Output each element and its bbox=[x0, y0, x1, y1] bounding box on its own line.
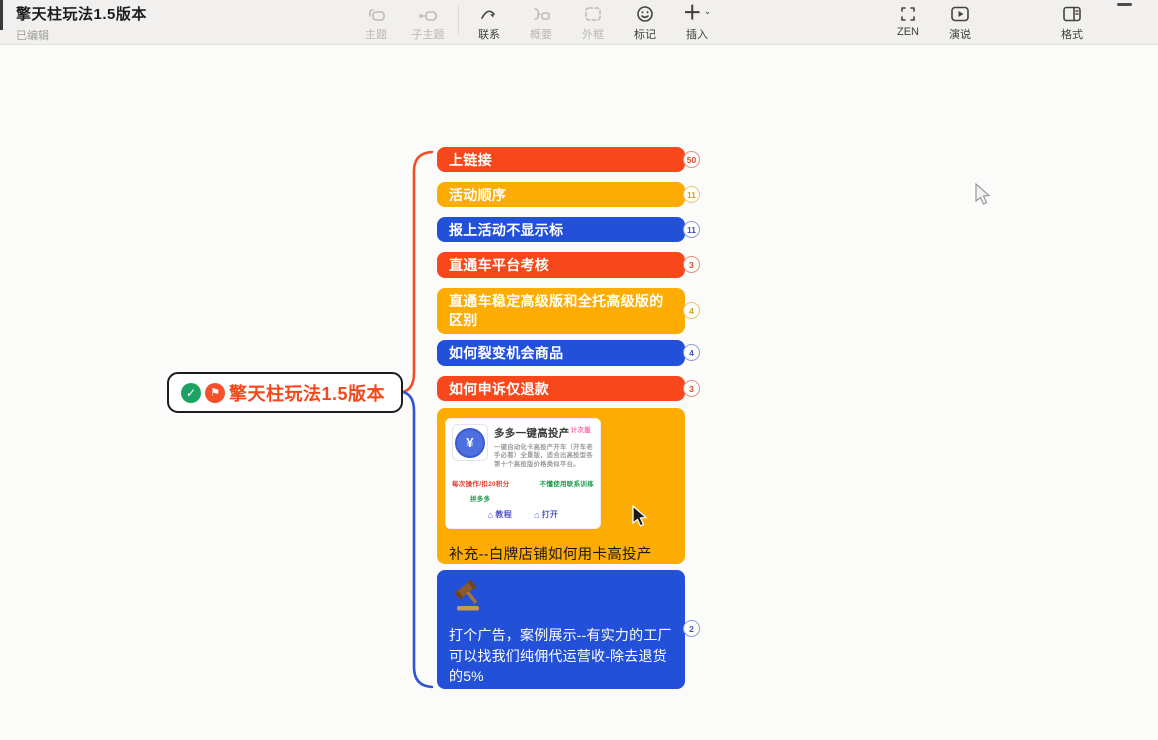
embedded-app-screenshot: ¥ 多多一键高投产计次版 一键自动化卡高投产开车（开车老手必看）全景版，适合出高… bbox=[445, 418, 601, 529]
document-meta: 擎天柱玩法1.5版本 已编辑 bbox=[16, 3, 147, 43]
top-toolbar: 擎天柱玩法1.5版本 已编辑 主题 子主题 联系 概要 bbox=[0, 0, 1158, 45]
branch-topic[interactable]: 如何裂变机会商品 bbox=[437, 340, 685, 366]
toolbar-format-group: 格式 bbox=[1046, 4, 1098, 42]
count-badge[interactable]: 4 bbox=[683, 344, 700, 361]
insert-plus-icon: ＋⌄ bbox=[683, 4, 712, 24]
central-topic[interactable]: ✓ ⚑ 擎天柱玩法1.5版本 bbox=[167, 372, 403, 413]
boundary-icon bbox=[583, 4, 603, 24]
branch-topic[interactable]: 报上活动不显示标 bbox=[437, 217, 685, 242]
branch-label: 直通车平台考核 bbox=[449, 255, 549, 275]
card-branch-label: 补充--白牌店铺如何用卡高投产 bbox=[449, 543, 677, 564]
count-badge[interactable]: 3 bbox=[683, 256, 700, 273]
format-panel-button[interactable]: 格式 bbox=[1046, 4, 1098, 42]
boundary-button[interactable]: 外框 bbox=[567, 4, 619, 42]
count-badge[interactable]: 11 bbox=[683, 221, 700, 238]
branch-topic[interactable]: 直通车平台考核 bbox=[437, 252, 685, 278]
branch-topic[interactable]: 活动顺序 bbox=[437, 182, 685, 207]
count-badge[interactable]: 50 bbox=[683, 151, 700, 168]
relationship-icon bbox=[478, 4, 500, 24]
window-edge bbox=[0, 0, 3, 30]
smiley-marker-icon bbox=[635, 4, 655, 24]
document-status: 已编辑 bbox=[16, 27, 147, 43]
toolbar-right-group: ZEN 演说 bbox=[882, 4, 986, 42]
branch-label: 活动顺序 bbox=[449, 185, 506, 205]
branch-label: 如何申诉仅退款 bbox=[449, 379, 549, 399]
toolbar-left-group: 主题 子主题 联系 概要 外框 bbox=[350, 4, 723, 42]
ghost-cursor bbox=[973, 183, 993, 207]
window-minimize-dash[interactable] bbox=[1117, 3, 1132, 6]
mindmap-canvas[interactable]: ✓ ⚑ 擎天柱玩法1.5版本 上链接 活动顺序 报上活动不显示标 直通车平台考核… bbox=[0, 45, 1158, 740]
embed-app-description: 一键自动化卡高投产开车（开车老手必看）全景版，适合出高投型各第十个高投版价格类似… bbox=[494, 444, 594, 470]
task-done-check-icon[interactable]: ✓ bbox=[181, 383, 201, 403]
insert-button[interactable]: ＋⌄ 插入 bbox=[671, 4, 723, 42]
branch-label: 上链接 bbox=[449, 150, 492, 170]
topic-button[interactable]: 主题 bbox=[350, 4, 402, 42]
document-title: 擎天柱玩法1.5版本 bbox=[16, 3, 147, 24]
toolbar-separator bbox=[458, 6, 459, 34]
play-presentation-icon bbox=[949, 4, 971, 24]
central-topic-label: 擎天柱玩法1.5版本 bbox=[229, 380, 385, 406]
branch-label: 如何裂变机会商品 bbox=[449, 343, 563, 363]
zen-brackets-icon bbox=[897, 4, 919, 24]
marker-button[interactable]: 标记 bbox=[619, 4, 671, 42]
subtopic-icon bbox=[416, 4, 440, 24]
home-icon: ⌂ bbox=[534, 510, 540, 520]
branch-topic[interactable]: 如何申诉仅退款 bbox=[437, 376, 685, 401]
branch-label: 报上活动不显示标 bbox=[449, 220, 563, 240]
flag-marker-icon[interactable]: ⚑ bbox=[205, 383, 225, 403]
present-button[interactable]: 演说 bbox=[934, 4, 986, 42]
branch-label: 直通车稳定高级版和全托高级版的区别 bbox=[449, 292, 673, 330]
branch-topic-ad[interactable]: 打个广告，案例展示--有实力的工厂可以找我们纯佣代运营收-除去退货的5% bbox=[437, 570, 685, 689]
summary-icon bbox=[529, 4, 553, 24]
branch-topic[interactable]: 直通车稳定高级版和全托高级版的区别 bbox=[437, 288, 685, 334]
embed-tutorial-button[interactable]: ⌂教程 bbox=[488, 509, 512, 520]
count-badge[interactable]: 4 bbox=[683, 302, 700, 319]
embed-cost-note: 每次操作/扣20积分 bbox=[452, 478, 510, 488]
summary-button[interactable]: 概要 bbox=[515, 4, 567, 42]
ad-branch-label: 打个广告，案例展示--有实力的工厂可以找我们纯佣代运营收-除去退货的5% bbox=[449, 625, 673, 687]
subtopic-button[interactable]: 子主题 bbox=[402, 4, 454, 42]
branch-topic-with-image[interactable]: ¥ 多多一键高投产计次版 一键自动化卡高投产开车（开车老手必看）全景版，适合出高… bbox=[437, 408, 685, 564]
format-panel-icon bbox=[1061, 4, 1083, 24]
home-icon: ⌂ bbox=[488, 510, 494, 520]
count-badge[interactable]: 3 bbox=[683, 380, 700, 397]
embed-help-note: 不懂使用联系训练 bbox=[540, 478, 594, 488]
branch-topic[interactable]: 上链接 bbox=[437, 147, 685, 172]
embed-open-button[interactable]: ⌂打开 bbox=[534, 509, 558, 520]
embed-app-title: 多多一键高投产计次版 bbox=[494, 424, 594, 441]
embed-platform-label: 拼多多 bbox=[470, 493, 594, 503]
count-badge[interactable]: 11 bbox=[683, 186, 700, 203]
embed-app-tag: 计次版 bbox=[571, 427, 591, 434]
relationship-button[interactable]: 联系 bbox=[463, 4, 515, 42]
count-badge[interactable]: 2 bbox=[683, 620, 700, 637]
zen-mode-button[interactable]: ZEN bbox=[882, 4, 934, 38]
topic-icon bbox=[365, 4, 387, 24]
yuan-recycle-icon: ¥ bbox=[455, 428, 485, 458]
gavel-icon bbox=[449, 578, 489, 614]
app-icon-frame: ¥ bbox=[452, 424, 488, 461]
